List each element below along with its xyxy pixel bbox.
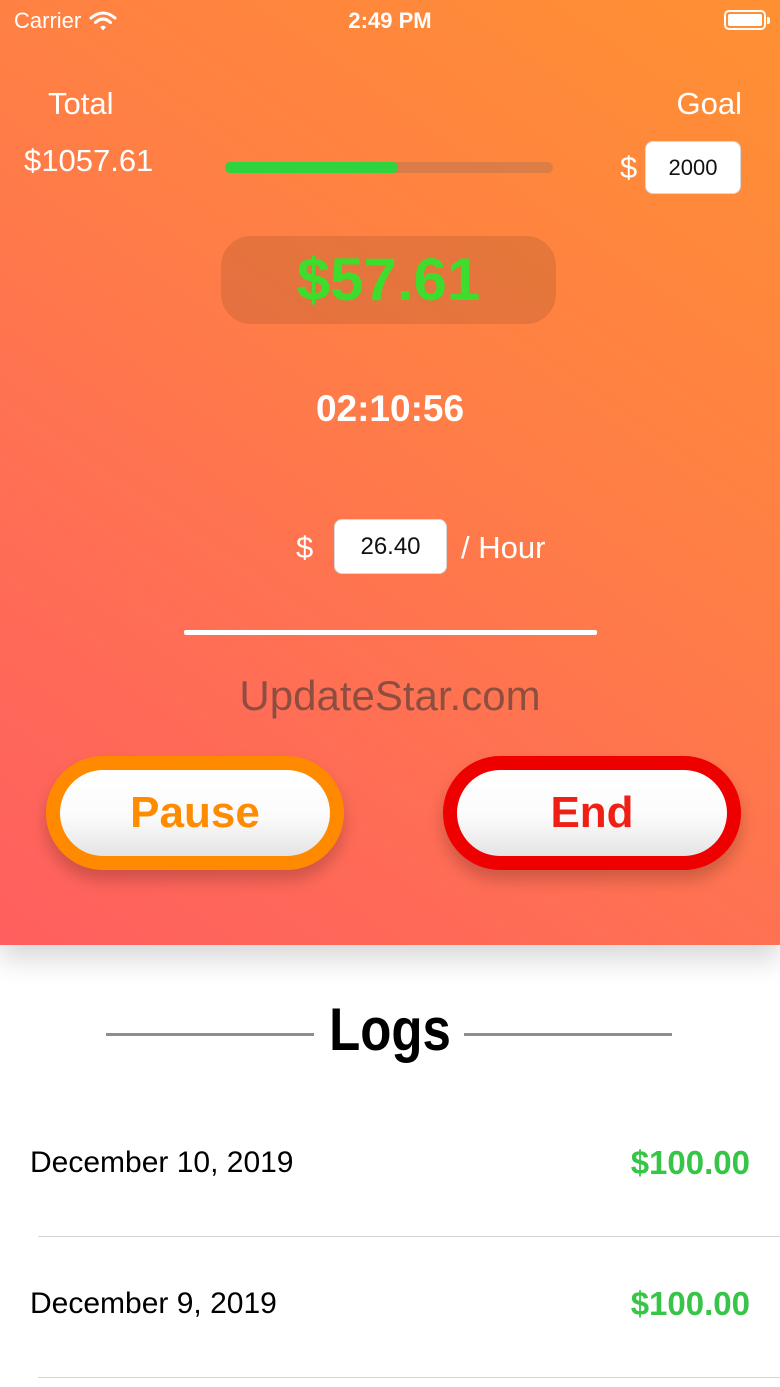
- earned-display: $57.61: [221, 236, 556, 324]
- end-button-label: End: [550, 788, 634, 837]
- log-amount: $100.00: [630, 1285, 750, 1322]
- earned-amount: $57.61: [296, 246, 481, 313]
- goal-progress-fill: [225, 162, 399, 173]
- log-amount: $100.00: [630, 1144, 750, 1181]
- row-separator: [38, 1377, 780, 1378]
- goal-label: Goal: [676, 86, 742, 121]
- earnings-panel: Carrier 2:49 PM Total $1057.61 Goal $ 20…: [0, 0, 780, 945]
- end-button[interactable]: End: [443, 756, 741, 870]
- pause-button[interactable]: Pause: [46, 756, 344, 870]
- logs-header: Logs: [0, 995, 780, 1075]
- total-label: Total: [48, 86, 114, 121]
- status-bar: Carrier 2:49 PM: [0, 0, 780, 40]
- total-value: $1057.61: [24, 143, 154, 178]
- rate-currency: $: [296, 530, 314, 565]
- status-time: 2:49 PM: [348, 8, 432, 33]
- goal-progress-bar: [225, 162, 553, 173]
- watermark: UpdateStar.com: [239, 672, 541, 719]
- logs-rule-right: [464, 1033, 672, 1036]
- battery-icon: [724, 10, 770, 30]
- log-date: December 10, 2019: [30, 1146, 294, 1179]
- elapsed-timer: 02:10:56: [315, 388, 465, 429]
- log-date: December 9, 2019: [30, 1287, 277, 1320]
- rate-unit-label: / Hour: [461, 530, 546, 565]
- goal-input[interactable]: 2000: [645, 141, 741, 194]
- logs-title: Logs: [329, 996, 451, 1063]
- hourly-rate-input[interactable]: 26.40: [334, 519, 447, 574]
- log-row[interactable]: December 10, 2019 $100.00: [0, 1096, 780, 1237]
- log-row[interactable]: December 9, 2019 $100.00: [0, 1237, 780, 1378]
- divider: [184, 630, 597, 635]
- goal-currency: $: [620, 150, 638, 185]
- pause-button-label: Pause: [130, 788, 260, 837]
